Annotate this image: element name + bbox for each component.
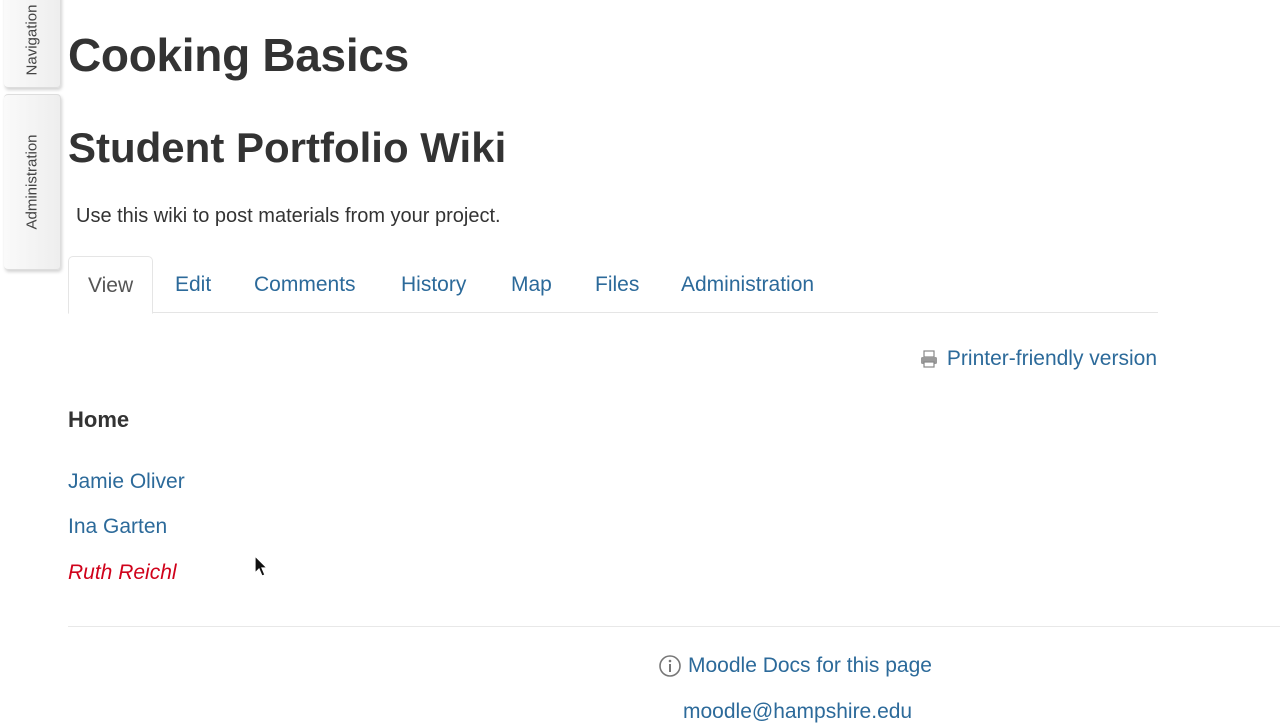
- footer-divider: [68, 626, 1280, 627]
- dock-tab-navigation[interactable]: Navigation: [4, 0, 61, 88]
- page-heading: Home: [68, 407, 130, 432]
- printer-icon: [920, 350, 937, 368]
- moodle-docs-label: Moodle Docs for this page: [688, 654, 932, 677]
- course-title: Cooking Basics: [68, 29, 409, 81]
- dock-tab-administration-label: Administration: [23, 134, 41, 230]
- tab-history[interactable]: History: [401, 256, 466, 312]
- footer-email-link[interactable]: moodle@hampshire.edu: [683, 700, 912, 724]
- info-icon: [659, 655, 681, 677]
- wiki-intro: Use this wiki to post materials from you…: [76, 205, 501, 227]
- tab-comments[interactable]: Comments: [254, 256, 356, 312]
- printer-friendly-link[interactable]: Printer-friendly version: [919, 347, 1157, 371]
- printer-friendly-label: Printer-friendly version: [946, 347, 1157, 370]
- dock-tab-navigation-label: Navigation: [23, 4, 41, 76]
- wiki-tabs: View Edit Comments History Map Files Adm…: [68, 256, 1158, 314]
- wiki-link-jamie-oliver[interactable]: Jamie Oliver: [68, 470, 185, 494]
- tab-administration[interactable]: Administration: [681, 256, 814, 312]
- tab-files[interactable]: Files: [595, 256, 639, 312]
- tab-edit[interactable]: Edit: [175, 256, 211, 312]
- moodle-docs-link[interactable]: Moodle Docs for this page: [658, 654, 932, 678]
- wiki-link-ina-garten[interactable]: Ina Garten: [68, 515, 167, 539]
- mouse-cursor-icon: [254, 555, 269, 577]
- wiki-link-ruth-reichl[interactable]: Ruth Reichl: [68, 561, 177, 585]
- wiki-title: Student Portfolio Wiki: [68, 124, 507, 171]
- tab-view[interactable]: View: [68, 256, 154, 314]
- tab-map[interactable]: Map: [511, 256, 552, 312]
- dock-tab-administration[interactable]: Administration: [4, 94, 61, 270]
